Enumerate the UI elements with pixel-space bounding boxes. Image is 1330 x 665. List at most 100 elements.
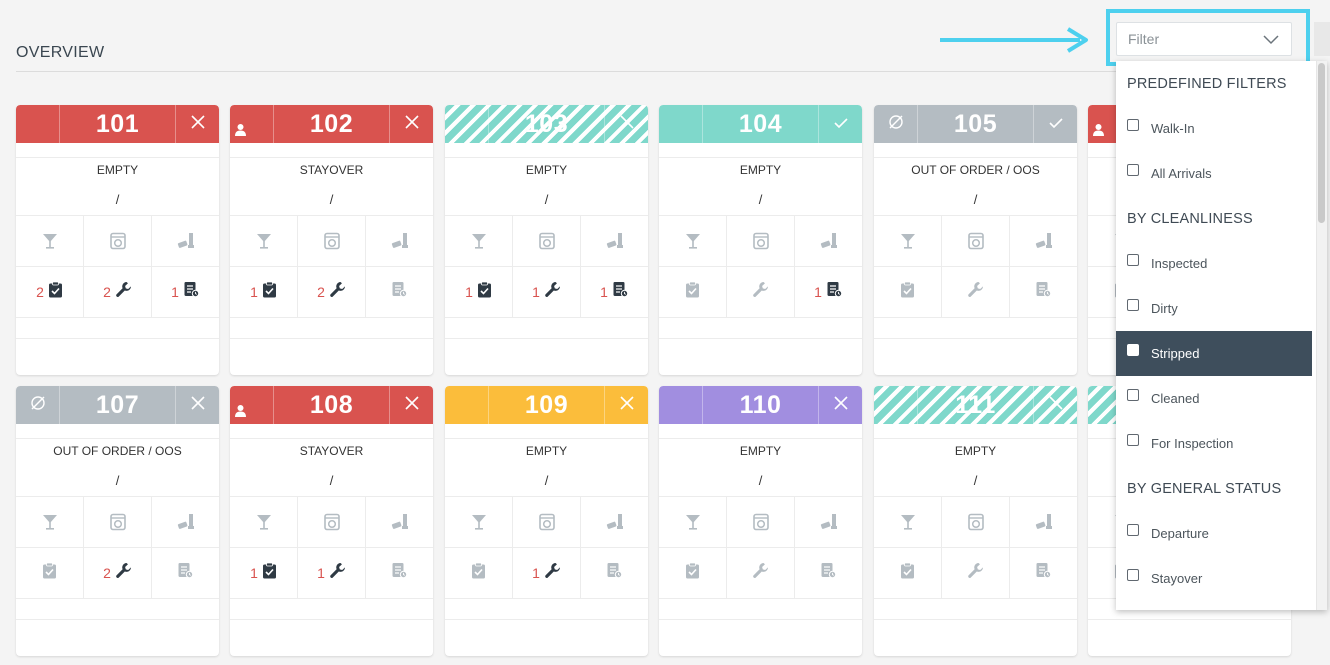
filter-option[interactable]: For Inspection [1116, 421, 1327, 466]
laundry-icon[interactable] [942, 216, 1010, 266]
room-card[interactable]: 103 EMPTY / 1 1 1 [445, 105, 648, 375]
room-card[interactable]: 104 EMPTY / 1 [659, 105, 862, 375]
requests-cell[interactable]: 1 [581, 267, 648, 317]
room-header[interactable]: 101 [16, 105, 219, 143]
room-card[interactable]: 110 EMPTY / [659, 386, 862, 656]
amenities-icon[interactable] [795, 216, 862, 266]
filter-select[interactable]: Filter [1116, 22, 1292, 56]
room-card[interactable]: 109 EMPTY / 1 [445, 386, 648, 656]
room-card[interactable]: 101 EMPTY / 2 2 1 [16, 105, 219, 375]
room-action-button[interactable] [818, 105, 862, 143]
minibar-icon[interactable] [659, 497, 727, 547]
maintenance-cell[interactable] [942, 548, 1010, 598]
filter-checkbox[interactable] [1127, 298, 1139, 311]
tasks-cell[interactable] [874, 548, 942, 598]
requests-cell[interactable]: 1 [795, 267, 862, 317]
laundry-icon[interactable] [84, 497, 152, 547]
laundry-icon[interactable] [727, 216, 795, 266]
room-header[interactable]: 102 [230, 105, 433, 143]
filter-option[interactable]: Dirty [1116, 286, 1327, 331]
filter-option[interactable]: Stripped [1116, 331, 1312, 376]
filter-checkbox[interactable] [1127, 433, 1139, 446]
filter-option[interactable]: Departure [1116, 511, 1327, 556]
laundry-icon[interactable] [513, 497, 581, 547]
amenities-icon[interactable] [1010, 497, 1077, 547]
room-action-button[interactable] [818, 386, 862, 424]
room-action-button[interactable] [604, 386, 648, 424]
filter-checkbox[interactable] [1127, 568, 1139, 581]
tasks-cell[interactable]: 2 [16, 267, 84, 317]
minibar-icon[interactable] [659, 216, 727, 266]
room-header[interactable]: 108 [230, 386, 433, 424]
amenities-icon[interactable] [366, 497, 433, 547]
room-card[interactable]: 111 EMPTY / [874, 386, 1077, 656]
amenities-icon[interactable] [795, 497, 862, 547]
maintenance-cell[interactable]: 2 [298, 267, 366, 317]
minibar-icon[interactable] [445, 216, 513, 266]
room-header[interactable]: 105 [874, 105, 1077, 143]
filter-option[interactable]: All Arrivals [1116, 151, 1327, 196]
maintenance-cell[interactable]: 2 [84, 267, 152, 317]
tasks-cell[interactable]: 1 [230, 548, 298, 598]
maintenance-cell[interactable]: 2 [84, 548, 152, 598]
amenities-icon[interactable] [152, 497, 219, 547]
maintenance-cell[interactable] [727, 267, 795, 317]
laundry-icon[interactable] [513, 216, 581, 266]
requests-cell[interactable] [581, 548, 648, 598]
filter-checkbox[interactable] [1127, 343, 1139, 356]
room-header[interactable]: 109 [445, 386, 648, 424]
amenities-icon[interactable] [152, 216, 219, 266]
tasks-cell[interactable] [445, 548, 513, 598]
tasks-cell[interactable] [659, 548, 727, 598]
filter-checkbox[interactable] [1127, 118, 1139, 131]
maintenance-cell[interactable]: 1 [298, 548, 366, 598]
minibar-icon[interactable] [16, 216, 84, 266]
laundry-icon[interactable] [942, 497, 1010, 547]
room-action-button[interactable] [175, 386, 219, 424]
filter-option[interactable]: Walk-In [1116, 106, 1327, 151]
minibar-icon[interactable] [874, 216, 942, 266]
maintenance-cell[interactable]: 1 [513, 267, 581, 317]
filter-checkbox[interactable] [1127, 253, 1139, 266]
filter-option[interactable]: Inspected [1116, 241, 1327, 286]
laundry-icon[interactable] [727, 497, 795, 547]
room-card[interactable]: 108 STAYOVER/1 1 [230, 386, 433, 656]
room-action-button[interactable] [389, 386, 433, 424]
room-card[interactable]: 107 OUT OF ORDER / OOS / 2 [16, 386, 219, 656]
filter-checkbox[interactable] [1127, 523, 1139, 536]
room-header[interactable]: 104 [659, 105, 862, 143]
room-header[interactable]: 103 [445, 105, 648, 143]
requests-cell[interactable] [366, 267, 433, 317]
tasks-cell[interactable]: 1 [230, 267, 298, 317]
filter-option[interactable]: Stayover [1116, 556, 1327, 601]
filter-checkbox[interactable] [1127, 163, 1139, 176]
filter-checkbox[interactable] [1127, 388, 1139, 401]
room-action-button[interactable] [175, 105, 219, 143]
tasks-cell[interactable]: 1 [445, 267, 513, 317]
tasks-cell[interactable] [16, 548, 84, 598]
laundry-icon[interactable] [298, 216, 366, 266]
amenities-icon[interactable] [1010, 216, 1077, 266]
tasks-cell[interactable] [874, 267, 942, 317]
room-action-button[interactable] [604, 105, 648, 143]
maintenance-cell[interactable] [727, 548, 795, 598]
minibar-icon[interactable] [230, 216, 298, 266]
requests-cell[interactable] [1010, 267, 1077, 317]
room-header[interactable]: 111 [874, 386, 1077, 424]
requests-cell[interactable] [795, 548, 862, 598]
tasks-cell[interactable] [659, 267, 727, 317]
minibar-icon[interactable] [445, 497, 513, 547]
room-action-button[interactable] [1033, 105, 1077, 143]
requests-cell[interactable]: 1 [152, 267, 219, 317]
room-header[interactable]: 110 [659, 386, 862, 424]
laundry-icon[interactable] [298, 497, 366, 547]
minibar-icon[interactable] [16, 497, 84, 547]
amenities-icon[interactable] [581, 216, 648, 266]
amenities-icon[interactable] [581, 497, 648, 547]
room-action-button[interactable] [1033, 386, 1077, 424]
room-action-button[interactable] [389, 105, 433, 143]
room-header[interactable]: 107 [16, 386, 219, 424]
room-card[interactable]: 102 STAYOVER/1 2 [230, 105, 433, 375]
maintenance-cell[interactable] [942, 267, 1010, 317]
filter-option[interactable]: Cleaned [1116, 376, 1327, 421]
